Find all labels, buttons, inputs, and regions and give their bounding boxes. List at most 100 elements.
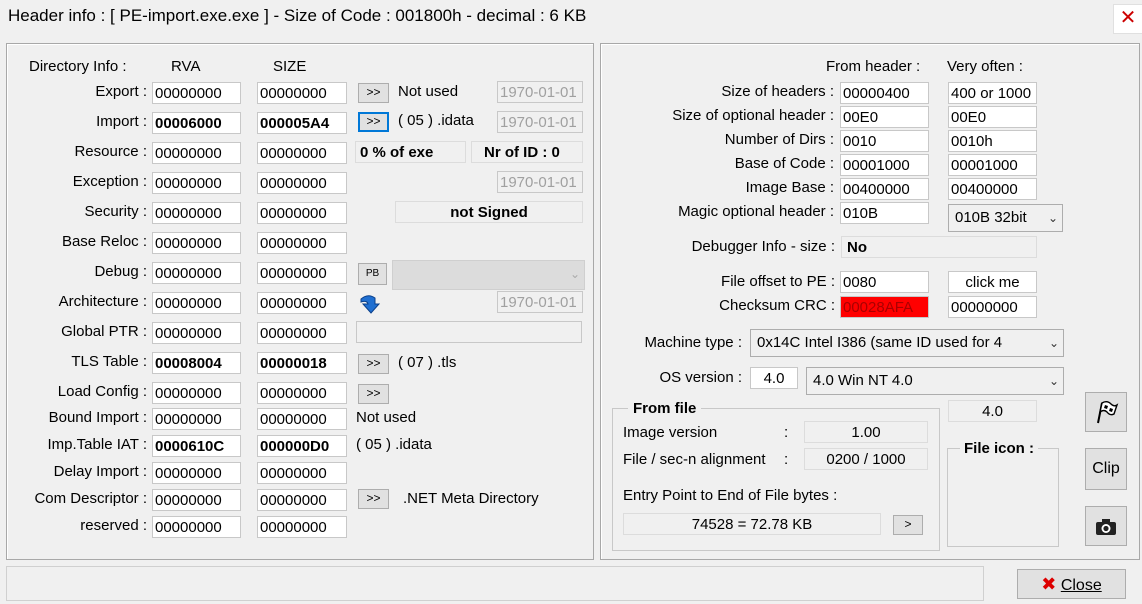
os-extra-value: 4.0: [948, 400, 1037, 422]
rva-column-label: RVA: [171, 58, 201, 75]
chevron-down-icon: ⌄: [569, 267, 580, 281]
directory-row-label: Export :: [95, 83, 147, 100]
close-button[interactable]: ✖ Close: [1017, 569, 1126, 599]
com-details-button[interactable]: >>: [358, 489, 389, 509]
directory-row-label: Global PTR :: [61, 323, 147, 340]
import-note: ( 05 ) .idata: [398, 112, 474, 129]
loadconfig-details-button[interactable]: >>: [358, 384, 389, 404]
flag-icon: [1097, 401, 1119, 424]
directory-size-field: 00000000: [257, 232, 347, 254]
magic-combo-value: 010B 32bit: [955, 209, 1027, 226]
com-note: .NET Meta Directory: [403, 490, 539, 507]
header-often-field: 00001000: [948, 154, 1037, 176]
directory-info-label: Directory Info :: [29, 58, 127, 75]
directory-row-label: Imp.Table IAT :: [47, 436, 148, 453]
alignment-label: File / sec-n alignment: [623, 451, 766, 468]
directory-size-field: 00000000: [257, 489, 347, 511]
click-me-field[interactable]: click me: [948, 271, 1037, 293]
alignment-colon: :: [784, 451, 789, 468]
red-x-icon: ✖: [1041, 574, 1057, 594]
tls-details-button[interactable]: >>: [358, 354, 389, 374]
export-details-button[interactable]: >>: [358, 83, 389, 103]
global-ptr-extra-field: [356, 321, 582, 343]
directory-rva-field: 00000000: [152, 516, 241, 538]
camera-button[interactable]: [1085, 506, 1127, 546]
close-icon[interactable]: ✕: [1113, 4, 1142, 34]
directory-rva-field: 00000000: [152, 462, 241, 484]
os-version-label: OS version :: [659, 369, 742, 386]
os-version-value: 4.0: [750, 367, 798, 389]
directory-row-label: Import :: [96, 113, 147, 130]
debug-combo[interactable]: ⌄: [392, 260, 585, 290]
status-bar: [6, 566, 984, 601]
export-date-field: 1970-01-01: [497, 81, 583, 103]
os-version-combo-value: 4.0 Win NT 4.0: [813, 372, 913, 389]
directory-row-label: Exception :: [72, 173, 147, 190]
directory-size-field: 000000D0: [257, 435, 347, 457]
chevron-down-icon: ⌄: [1048, 374, 1059, 388]
directory-size-field: 00000000: [257, 172, 347, 194]
directory-rva-field: 00000000: [152, 172, 241, 194]
directory-row-label: Delay Import :: [53, 463, 147, 480]
directory-size-field: 00000000: [257, 322, 347, 344]
magic-combo[interactable]: 010B 32bit ⌄: [948, 204, 1063, 232]
directory-rva-field: 00008004: [152, 352, 241, 374]
security-status-field: not Signed: [395, 201, 583, 223]
directory-rva-field: 00000000: [152, 489, 241, 511]
directory-rva-field: 00006000: [152, 112, 241, 134]
directory-row-label: Base Reloc :: [61, 233, 147, 250]
flag-button[interactable]: [1085, 392, 1127, 432]
header-value-field: 00001000: [840, 154, 929, 176]
header-row-label: Size of headers :: [721, 83, 834, 100]
from-header-label: From header :: [826, 58, 921, 75]
directory-row-label: Load Config :: [57, 383, 147, 400]
directory-size-field: 00000000: [257, 516, 347, 538]
arrow-down-icon[interactable]: [358, 293, 381, 315]
directory-rva-field: 00000000: [152, 382, 241, 404]
header-value-field: 010B: [840, 202, 929, 224]
tls-note: ( 07 ) .tls: [398, 354, 457, 371]
resource-nrid-field: Nr of ID : 0: [471, 141, 583, 163]
clip-button[interactable]: Clip: [1085, 448, 1127, 490]
entry-point-button[interactable]: >: [893, 515, 923, 535]
directory-rva-field: 00000000: [152, 292, 241, 314]
directory-row-label: Security :: [84, 203, 147, 220]
directory-size-field: 00000018: [257, 352, 347, 374]
very-often-label: Very often :: [947, 58, 1023, 75]
directory-rva-field: 0000610C: [152, 435, 241, 457]
directory-rva-field: 00000000: [152, 408, 241, 430]
header-often-field: 0010h: [948, 130, 1037, 152]
import-details-button[interactable]: >>: [358, 112, 389, 132]
window-title: Header info : [ PE-import.exe.exe ] - Si…: [8, 6, 587, 25]
directory-rva-field: 00000000: [152, 232, 241, 254]
os-version-combo[interactable]: 4.0 Win NT 4.0 ⌄: [806, 367, 1064, 395]
machine-type-value: 0x14C Intel I386 (same ID used for 4: [757, 334, 1003, 351]
directory-rva-field: 00000000: [152, 322, 241, 344]
machine-type-combo[interactable]: 0x14C Intel I386 (same ID used for 4 ⌄: [750, 329, 1064, 357]
header-row-label: Base of Code :: [734, 155, 834, 172]
bound-import-note: Not used: [356, 409, 417, 426]
image-version-label: Image version: [623, 424, 718, 441]
directory-row-label: Resource :: [74, 143, 147, 160]
file-offset-label: File offset to PE :: [721, 273, 835, 290]
camera-icon: [1096, 519, 1116, 535]
header-often-field: 00E0: [948, 106, 1037, 128]
debug-pb-button[interactable]: PB: [358, 263, 387, 285]
close-button-label: Close: [1060, 577, 1102, 594]
size-column-label: SIZE: [273, 58, 307, 75]
directory-size-field: 000005A4: [257, 112, 347, 134]
chevron-down-icon: ⌄: [1047, 211, 1058, 225]
directory-size-field: 00000000: [257, 82, 347, 104]
directory-rva-field: 00000000: [152, 142, 241, 164]
checksum-label: Checksum CRC :: [719, 297, 835, 314]
directory-row-label: TLS Table :: [71, 353, 147, 370]
directory-size-field: 00000000: [257, 408, 347, 430]
resource-percent-field: 0 % of exe: [355, 141, 466, 163]
iat-note: ( 05 ) .idata: [356, 436, 432, 453]
directory-rva-field: 00000000: [152, 202, 241, 224]
architecture-date-field: 1970-01-01: [497, 291, 583, 313]
file-icon-group: [947, 448, 1059, 547]
directory-row-label: Architecture :: [58, 293, 147, 310]
header-value-field: 00400000: [840, 178, 929, 200]
file-offset-value: 0080: [840, 271, 929, 293]
